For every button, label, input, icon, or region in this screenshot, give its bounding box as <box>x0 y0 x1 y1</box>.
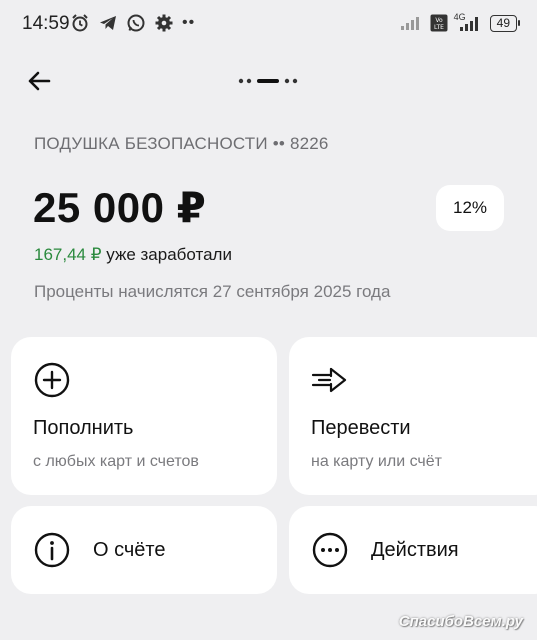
whatsapp-icon <box>127 14 145 32</box>
account-balance: 25 000 ₽ <box>33 184 207 231</box>
watermark-logo: СпасибоВсем.ру <box>398 613 523 630</box>
actions-title: Действия <box>371 539 459 561</box>
arrow-left-icon <box>28 71 51 91</box>
page-dots-icon <box>238 78 298 84</box>
top-up-subtitle: с любых карт и счетов <box>33 453 199 470</box>
accrual-note: Проценты начислятся 27 сентября 2025 год… <box>34 282 391 301</box>
transfer-subtitle: на карту или счёт <box>311 453 442 470</box>
about-account-title: О счёте <box>93 539 166 561</box>
volte-icon: Vo LTE <box>430 14 448 32</box>
plus-circle-icon <box>34 362 70 398</box>
svg-text:LTE: LTE <box>434 24 444 31</box>
account-title: ПОДУШКА БЕЗОПАСНОСТИ •• 8226 <box>34 134 329 153</box>
status-bar: 14:59 •• Vo LTE 4G 49 <box>0 0 537 50</box>
top-up-title: Пополнить <box>33 417 134 439</box>
settings-gear-icon <box>155 14 173 32</box>
about-account-card[interactable]: О счёте <box>11 506 277 594</box>
telegram-icon <box>100 16 116 30</box>
alarm-icon <box>72 14 88 32</box>
more-dots-icon <box>312 532 348 568</box>
actions-card[interactable]: Действия <box>289 506 537 594</box>
transfer-arrow-icon <box>311 367 347 393</box>
info-icon <box>34 532 70 568</box>
battery-indicator: 49 <box>489 14 521 32</box>
top-up-card[interactable]: Пополнить с любых карт и счетов <box>11 337 277 495</box>
signal-icon <box>400 17 419 30</box>
interest-rate-badge[interactable]: 12% <box>436 185 504 231</box>
back-button[interactable] <box>22 64 56 98</box>
notification-icons: •• <box>70 13 195 33</box>
more-notifications-icon: •• <box>182 14 196 31</box>
transfer-title: Перевести <box>311 417 411 439</box>
svg-text:Vo: Vo <box>435 17 443 24</box>
earned-label: уже заработали <box>101 245 232 264</box>
system-icons: Vo LTE 4G 49 <box>400 12 521 32</box>
status-time: 14:59 <box>22 13 70 34</box>
network-signal: 4G <box>454 12 484 32</box>
earned-amount: 167,44 ₽ <box>34 245 102 264</box>
earned-summary: 167,44 ₽ уже заработали <box>34 245 232 265</box>
transfer-card[interactable]: Перевести на карту или счёт <box>289 337 537 495</box>
signal-strength-icon <box>459 17 478 31</box>
